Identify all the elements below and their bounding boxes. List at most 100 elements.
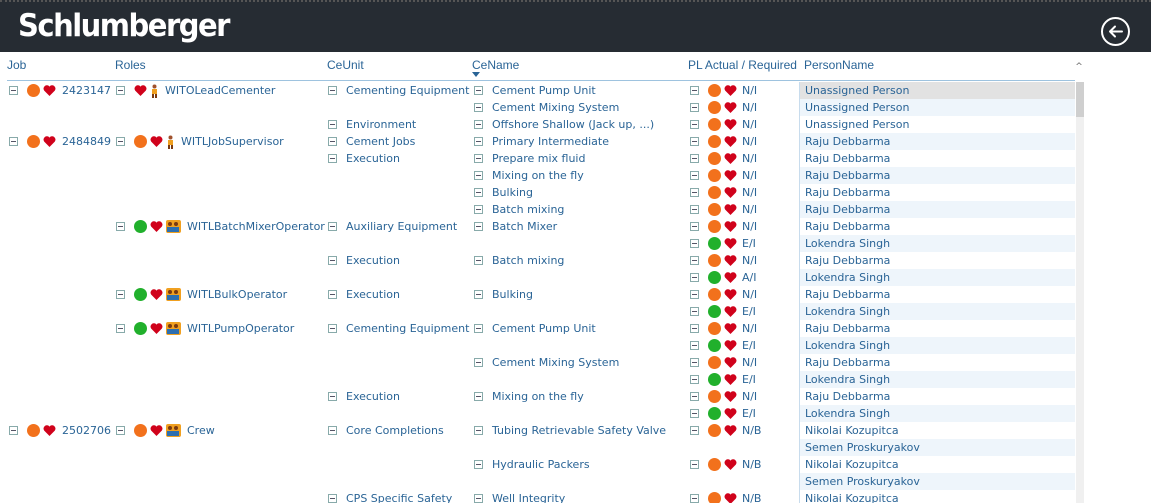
- role-collapse-toggle-icon[interactable]: [116, 324, 125, 333]
- ceunit-name[interactable]: Execution: [346, 150, 400, 167]
- cename-cell[interactable]: Cement Pump Unit: [474, 320, 596, 337]
- ceunit-cell[interactable]: Cementing Equipment: [328, 82, 469, 99]
- ceunit-name[interactable]: Execution: [346, 388, 400, 405]
- person-name-cell[interactable]: Unassigned Person: [799, 82, 1075, 99]
- pl-cell[interactable]: N/I: [690, 167, 757, 184]
- person-name-cell[interactable]: Lokendra Singh: [799, 405, 1075, 422]
- person-name-cell[interactable]: Semen Proskuryakov: [799, 473, 1075, 490]
- ceunit-collapse-toggle-icon[interactable]: [328, 222, 337, 231]
- cename-cell[interactable]: Mixing on the fly: [474, 388, 584, 405]
- pl-cell[interactable]: N/I: [690, 320, 757, 337]
- role-name[interactable]: WITLBatchMixerOperator: [187, 218, 325, 235]
- person-name-cell[interactable]: Nikolai Kozupitca: [799, 456, 1075, 473]
- cename-cell[interactable]: Batch mixing: [474, 252, 564, 269]
- cename-collapse-toggle-icon[interactable]: [474, 358, 483, 367]
- role-collapse-toggle-icon[interactable]: [116, 86, 125, 95]
- pl-collapse-toggle-icon[interactable]: [690, 120, 699, 129]
- cename-cell[interactable]: Primary Intermediate: [474, 133, 609, 150]
- ceunit-name[interactable]: Cementing Equipment: [346, 82, 469, 99]
- cename-cell[interactable]: Well Integrity: [474, 490, 565, 503]
- pl-collapse-toggle-icon[interactable]: [690, 222, 699, 231]
- role-cell[interactable]: WITOLeadCementer: [116, 82, 275, 99]
- cename-collapse-toggle-icon[interactable]: [474, 256, 483, 265]
- cename-name[interactable]: Cement Mixing System: [492, 354, 619, 371]
- pl-cell[interactable]: E/I: [690, 235, 756, 252]
- ceunit-name[interactable]: Execution: [346, 252, 400, 269]
- cename-cell[interactable]: Offshore Shallow (Jack up, ...): [474, 116, 654, 133]
- ceunit-cell[interactable]: Core Completions: [328, 422, 444, 439]
- ceunit-collapse-toggle-icon[interactable]: [328, 324, 337, 333]
- scroll-up-icon[interactable]: ^: [1074, 62, 1084, 72]
- cename-cell[interactable]: Hydraulic Packers: [474, 456, 590, 473]
- pl-cell[interactable]: N/I: [690, 184, 757, 201]
- role-cell[interactable]: WITLBulkOperator: [116, 286, 287, 303]
- pl-cell[interactable]: E/I: [690, 303, 756, 320]
- column-header-person[interactable]: PersonName: [804, 58, 874, 74]
- cename-collapse-toggle-icon[interactable]: [474, 460, 483, 469]
- role-name[interactable]: Crew: [187, 422, 215, 439]
- cename-cell[interactable]: Mixing on the fly: [474, 167, 584, 184]
- person-name-cell[interactable]: Nikolai Kozupitca: [799, 490, 1075, 503]
- pl-collapse-toggle-icon[interactable]: [690, 154, 699, 163]
- pl-cell[interactable]: N/I: [690, 388, 757, 405]
- role-name[interactable]: WITLPumpOperator: [187, 320, 294, 337]
- role-cell[interactable]: WITLBatchMixerOperator: [116, 218, 325, 235]
- pl-collapse-toggle-icon[interactable]: [690, 273, 699, 282]
- cename-cell[interactable]: Bulking: [474, 286, 533, 303]
- ceunit-cell[interactable]: Cementing Equipment: [328, 320, 469, 337]
- cename-name[interactable]: Batch mixing: [492, 252, 564, 269]
- person-name-cell[interactable]: Raju Debbarma: [799, 150, 1075, 167]
- ceunit-collapse-toggle-icon[interactable]: [328, 494, 337, 503]
- ceunit-collapse-toggle-icon[interactable]: [328, 290, 337, 299]
- person-name-cell[interactable]: Raju Debbarma: [799, 218, 1075, 235]
- person-name-cell[interactable]: Raju Debbarma: [799, 184, 1075, 201]
- column-header-pl[interactable]: PL Actual / Required: [688, 58, 797, 74]
- back-arrow-circle-icon[interactable]: [1101, 17, 1130, 46]
- ceunit-collapse-toggle-icon[interactable]: [328, 256, 337, 265]
- column-header-ceunit[interactable]: CeUnit: [327, 58, 364, 74]
- pl-collapse-toggle-icon[interactable]: [690, 392, 699, 401]
- cename-collapse-toggle-icon[interactable]: [474, 426, 483, 435]
- cename-cell[interactable]: Cement Mixing System: [474, 354, 619, 371]
- job-number[interactable]: 2502706: [62, 422, 111, 439]
- person-name-cell[interactable]: Lokendra Singh: [799, 371, 1075, 388]
- ceunit-cell[interactable]: Execution: [328, 388, 400, 405]
- cename-collapse-toggle-icon[interactable]: [474, 137, 483, 146]
- job-cell[interactable]: 2423147: [9, 82, 111, 99]
- person-name-cell[interactable]: Raju Debbarma: [799, 167, 1075, 184]
- ceunit-name[interactable]: Core Completions: [346, 422, 444, 439]
- person-name-cell[interactable]: Lokendra Singh: [799, 303, 1075, 320]
- ceunit-collapse-toggle-icon[interactable]: [328, 86, 337, 95]
- pl-cell[interactable]: N/I: [690, 99, 757, 116]
- cename-name[interactable]: Prepare mix fluid: [492, 150, 585, 167]
- cename-cell[interactable]: Batch Mixer: [474, 218, 557, 235]
- role-collapse-toggle-icon[interactable]: [116, 222, 125, 231]
- cename-cell[interactable]: Cement Pump Unit: [474, 82, 596, 99]
- pl-collapse-toggle-icon[interactable]: [690, 239, 699, 248]
- pl-collapse-toggle-icon[interactable]: [690, 358, 699, 367]
- ceunit-cell[interactable]: Auxiliary Equipment: [328, 218, 457, 235]
- person-name-cell[interactable]: Raju Debbarma: [799, 388, 1075, 405]
- role-name[interactable]: WITLBulkOperator: [187, 286, 287, 303]
- job-cell[interactable]: 2502706: [9, 422, 111, 439]
- pl-collapse-toggle-icon[interactable]: [690, 188, 699, 197]
- role-collapse-toggle-icon[interactable]: [116, 137, 125, 146]
- cename-name[interactable]: Cement Pump Unit: [492, 82, 596, 99]
- cename-collapse-toggle-icon[interactable]: [474, 205, 483, 214]
- pl-collapse-toggle-icon[interactable]: [690, 86, 699, 95]
- pl-collapse-toggle-icon[interactable]: [690, 171, 699, 180]
- pl-collapse-toggle-icon[interactable]: [690, 290, 699, 299]
- ceunit-name[interactable]: CPS Specific Safety: [346, 490, 452, 503]
- pl-cell[interactable]: N/I: [690, 354, 757, 371]
- ceunit-collapse-toggle-icon[interactable]: [328, 426, 337, 435]
- cename-name[interactable]: Hydraulic Packers: [492, 456, 590, 473]
- ceunit-cell[interactable]: Execution: [328, 252, 400, 269]
- cename-collapse-toggle-icon[interactable]: [474, 392, 483, 401]
- role-name[interactable]: WITOLeadCementer: [165, 82, 275, 99]
- pl-cell[interactable]: N/I: [690, 116, 757, 133]
- pl-collapse-toggle-icon[interactable]: [690, 256, 699, 265]
- person-name-cell[interactable]: Lokendra Singh: [799, 235, 1075, 252]
- person-name-cell[interactable]: Raju Debbarma: [799, 201, 1075, 218]
- pl-cell[interactable]: N/I: [690, 286, 757, 303]
- ceunit-collapse-toggle-icon[interactable]: [328, 137, 337, 146]
